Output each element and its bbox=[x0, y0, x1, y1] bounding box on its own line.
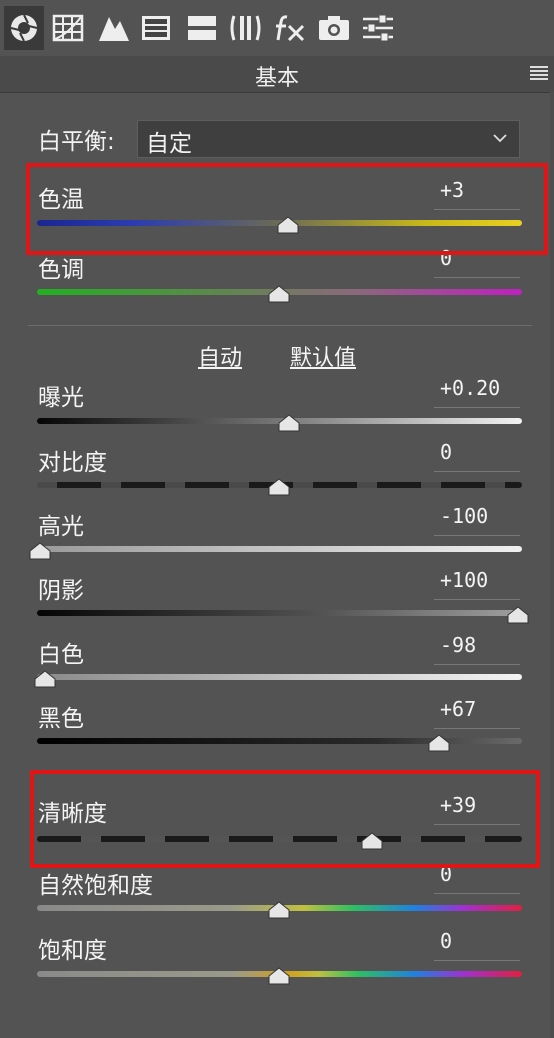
tool-lens-corrections[interactable] bbox=[226, 6, 266, 50]
tool-presets[interactable] bbox=[358, 6, 398, 50]
white-balance-selected: 自定 bbox=[146, 131, 192, 157]
slider-value-exposure[interactable]: +0.20 bbox=[434, 374, 520, 408]
slider-value-saturation[interactable]: 0 bbox=[434, 927, 520, 961]
slider-label-shadows: 阴影 bbox=[38, 578, 84, 604]
panel-menu-icon[interactable] bbox=[530, 66, 548, 80]
slider-value-whites[interactable]: -98 bbox=[434, 631, 520, 665]
white-balance-label: 白平衡: bbox=[38, 129, 115, 155]
slider-value-shadows[interactable]: +100 bbox=[434, 566, 520, 600]
slider-value-tint[interactable]: 0 bbox=[434, 244, 520, 278]
aperture-icon bbox=[10, 14, 38, 42]
panel-toolbar bbox=[0, 0, 554, 56]
tool-effects[interactable] bbox=[270, 6, 310, 50]
mountains-icon bbox=[99, 17, 129, 41]
slider-label-temp: 色温 bbox=[38, 187, 84, 213]
slider-value-blacks[interactable]: +67 bbox=[434, 695, 520, 729]
chevron-down-icon bbox=[493, 134, 507, 143]
slider-value-contrast[interactable]: 0 bbox=[434, 438, 520, 472]
hsl-panel-icon bbox=[142, 16, 170, 40]
white-balance-select[interactable]: 自定 bbox=[137, 120, 520, 158]
slider-label-vibrance: 自然饱和度 bbox=[38, 873, 153, 899]
slider-label-clarity: 清晰度 bbox=[38, 801, 107, 827]
slider-label-saturation: 饱和度 bbox=[38, 938, 107, 964]
tool-basic[interactable] bbox=[4, 6, 44, 50]
slider-value-clarity[interactable]: +39 bbox=[434, 791, 520, 825]
tool-split-toning[interactable] bbox=[182, 6, 222, 50]
panel-scrollbar[interactable] bbox=[550, 92, 554, 1038]
slider-label-tint: 色调 bbox=[38, 257, 84, 283]
camera-calibration-icon bbox=[319, 16, 349, 40]
slider-label-highlights: 高光 bbox=[38, 514, 84, 540]
default-link[interactable]: 默认值 bbox=[290, 340, 356, 372]
panel-title: 基本 bbox=[254, 66, 299, 91]
slider-label-whites: 白色 bbox=[38, 642, 84, 668]
split-toning-icon bbox=[188, 16, 216, 40]
slider-track-clarity[interactable] bbox=[37, 836, 522, 842]
slider-value-vibrance[interactable]: 0 bbox=[434, 860, 520, 894]
slider-value-highlights[interactable]: -100 bbox=[434, 502, 520, 536]
tool-tone-curve[interactable] bbox=[48, 6, 88, 50]
slider-label-contrast: 对比度 bbox=[38, 450, 107, 476]
slider-label-blacks: 黑色 bbox=[38, 706, 84, 732]
slider-value-temp[interactable]: +3 bbox=[434, 176, 520, 210]
slider-track-highlights[interactable] bbox=[37, 546, 522, 552]
tone-curve-grid-icon bbox=[52, 14, 84, 42]
auto-link[interactable]: 自动 bbox=[198, 340, 242, 372]
lens-corrections-icon bbox=[230, 15, 261, 41]
tool-detail[interactable] bbox=[94, 6, 134, 50]
slider-track-shadows[interactable] bbox=[37, 610, 522, 616]
section-divider bbox=[28, 325, 532, 326]
panel-header: 基本 bbox=[0, 56, 554, 93]
tool-hsl[interactable] bbox=[136, 6, 176, 50]
tool-camera-calibration[interactable] bbox=[314, 6, 354, 50]
slider-track-whites[interactable] bbox=[37, 674, 522, 680]
fx-effects-icon bbox=[276, 15, 305, 42]
slider-label-exposure: 曝光 bbox=[38, 385, 84, 411]
presets-sliders-icon bbox=[363, 14, 393, 42]
